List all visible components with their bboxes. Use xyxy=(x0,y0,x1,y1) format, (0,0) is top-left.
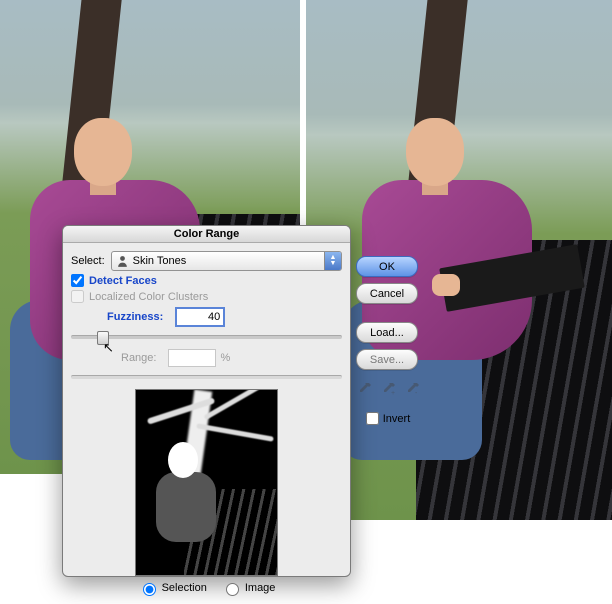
color-range-dialog: Color Range Select: Skin Tones ▲▼ Detect… xyxy=(62,225,351,577)
fuzziness-slider[interactable]: ↖ xyxy=(71,329,342,343)
person-icon xyxy=(116,255,129,268)
selection-preview xyxy=(135,389,278,576)
fuzziness-label: Fuzziness: xyxy=(107,311,163,323)
cursor-icon: ↖ xyxy=(103,340,114,356)
range-input xyxy=(168,349,216,367)
save-button[interactable]: Save... xyxy=(356,349,418,370)
selection-radio[interactable]: Selection xyxy=(138,580,207,596)
after-photo xyxy=(306,0,612,520)
localized-clusters-checkbox: Localized Color Clusters xyxy=(71,290,342,303)
svg-text:-: - xyxy=(415,390,418,396)
image-radio[interactable]: Image xyxy=(221,580,276,596)
cancel-button[interactable]: Cancel xyxy=(356,283,418,304)
range-label: Range: xyxy=(121,352,156,364)
eyedropper-icon xyxy=(358,382,372,396)
ok-button[interactable]: OK xyxy=(356,256,418,277)
svg-text:+: + xyxy=(391,390,395,396)
range-slider xyxy=(71,369,342,383)
eyedropper-minus-icon: - xyxy=(406,382,420,396)
detect-faces-checkbox[interactable]: Detect Faces xyxy=(71,274,342,287)
hand xyxy=(432,274,460,296)
select-dropdown[interactable]: Skin Tones ▲▼ xyxy=(111,251,342,271)
invert-checkbox[interactable]: Invert xyxy=(366,412,411,425)
dialog-title: Color Range xyxy=(63,226,350,243)
load-button[interactable]: Load... xyxy=(356,322,418,343)
select-label: Select: xyxy=(71,255,105,267)
chevron-updown-icon: ▲▼ xyxy=(324,252,341,270)
eyedropper-plus-icon: + xyxy=(382,382,396,396)
range-unit: % xyxy=(220,352,230,364)
select-value: Skin Tones xyxy=(133,255,187,267)
fuzziness-input[interactable] xyxy=(175,307,225,327)
